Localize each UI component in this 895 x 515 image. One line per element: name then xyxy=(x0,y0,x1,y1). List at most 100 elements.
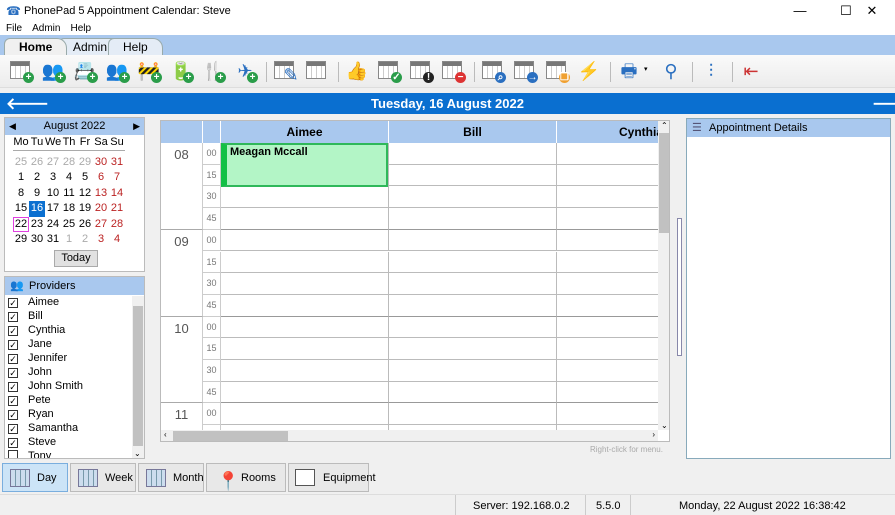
calendar-day[interactable]: 3 xyxy=(45,170,61,186)
close-button[interactable]: ✕ xyxy=(849,0,895,22)
view-equipment-button[interactable]: Equipment xyxy=(288,463,376,492)
calendar-day[interactable]: 10 xyxy=(45,186,61,202)
calendar-day[interactable]: 12 xyxy=(77,186,93,202)
provider-item[interactable]: ✓ Samantha xyxy=(5,421,144,435)
time-slot[interactable] xyxy=(389,316,557,339)
print-dropdown-icon[interactable]: ▾ xyxy=(644,65,648,73)
provider-item[interactable]: ✓ Ryan xyxy=(5,407,144,421)
provider-checkbox[interactable]: ✓ xyxy=(8,354,18,364)
time-slot[interactable] xyxy=(221,316,389,339)
provider-item[interactable]: Tony xyxy=(5,449,144,458)
time-slot[interactable] xyxy=(557,317,669,339)
provider-item[interactable]: ✓ Cynthia xyxy=(5,323,144,337)
time-slot[interactable] xyxy=(389,294,557,317)
lightning-button[interactable]: ⚡ xyxy=(576,59,602,83)
exit-button[interactable]: ⇤ xyxy=(738,59,764,83)
move-appointment-button[interactable]: → xyxy=(512,59,538,83)
provider-checkbox[interactable]: ✓ xyxy=(8,368,18,378)
print-button[interactable]: 🖶 xyxy=(616,59,642,83)
time-slot[interactable] xyxy=(221,251,389,274)
calendar-day[interactable]: 28 xyxy=(61,155,77,171)
provider-checkbox[interactable]: ✓ xyxy=(8,298,18,308)
time-slot[interactable] xyxy=(557,165,669,187)
tab-help[interactable]: Help xyxy=(108,38,163,55)
calendar-day[interactable]: 4 xyxy=(61,170,77,186)
provider-checkbox[interactable]: ✓ xyxy=(8,312,18,322)
settings-sliders-button[interactable]: ⫶ xyxy=(698,59,724,83)
time-slot[interactable] xyxy=(389,273,557,295)
time-slot[interactable] xyxy=(389,143,557,165)
time-slot[interactable] xyxy=(389,164,557,187)
calendar-day[interactable]: 16 xyxy=(29,201,45,217)
calendar-day[interactable]: 3 xyxy=(93,232,109,248)
cancel-appointment-button[interactable]: − xyxy=(440,59,466,83)
provider-checkbox[interactable]: ✓ xyxy=(8,424,18,434)
time-slot[interactable] xyxy=(221,338,389,360)
menu-admin[interactable]: Admin xyxy=(32,23,60,34)
time-slot[interactable] xyxy=(221,186,389,209)
provider-item[interactable]: ✓ Jane xyxy=(5,337,144,351)
provider-item[interactable]: ✓ Bill xyxy=(5,309,144,323)
time-slot[interactable] xyxy=(557,338,669,360)
column-header-cynthia[interactable]: Cynthia xyxy=(557,121,669,143)
appointment-alert-button[interactable]: ! xyxy=(408,59,434,83)
new-appointment-button[interactable]: + xyxy=(8,59,34,83)
provider-checkbox[interactable]: ✓ xyxy=(8,396,18,406)
time-slot[interactable] xyxy=(557,273,669,295)
calendar-day[interactable]: 31 xyxy=(109,155,125,171)
provider-checkbox[interactable]: ✓ xyxy=(8,410,18,420)
edit-appointment-button[interactable]: ✎ xyxy=(272,59,299,85)
provider-checkbox[interactable] xyxy=(8,450,18,458)
view-day-button[interactable]: Day xyxy=(2,463,68,492)
calendar-day[interactable]: 7 xyxy=(109,170,125,186)
menu-help[interactable]: Help xyxy=(70,23,91,34)
add-group-button[interactable]: 👥 + xyxy=(104,59,130,83)
calendar-button[interactable] xyxy=(304,59,330,83)
calendar-day[interactable]: 11 xyxy=(61,186,77,202)
calendar-day[interactable]: 27 xyxy=(93,217,109,233)
column-header-bill[interactable]: Bill xyxy=(389,121,557,143)
time-slot[interactable] xyxy=(221,208,389,230)
calendar-day[interactable]: 6 xyxy=(93,170,109,186)
horizontal-scrollbar[interactable]: ‹ › xyxy=(161,430,658,441)
copy-appointment-button[interactable]: ❐ xyxy=(544,59,570,83)
time-slot[interactable] xyxy=(389,403,557,426)
time-slot[interactable] xyxy=(557,230,669,252)
calendar-day[interactable]: 19 xyxy=(77,201,93,217)
calendar-day[interactable]: 26 xyxy=(77,217,93,233)
view-rooms-button[interactable]: 📍 Rooms xyxy=(206,463,286,492)
calendar-day[interactable]: 1 xyxy=(61,232,77,248)
time-slot[interactable] xyxy=(389,360,557,382)
calendar-day[interactable]: 28 xyxy=(109,217,125,233)
find-appointment-button[interactable]: ⌕ xyxy=(480,59,506,83)
provider-checkbox[interactable]: ✓ xyxy=(8,382,18,392)
provider-checkbox[interactable]: ✓ xyxy=(8,340,18,350)
time-slot[interactable] xyxy=(221,381,389,404)
calendar-day[interactable]: 1 xyxy=(13,170,29,186)
calendar-day[interactable]: 27 xyxy=(45,155,61,171)
provider-item[interactable]: ✓ John xyxy=(5,365,144,379)
time-slot[interactable] xyxy=(557,252,669,274)
calendar-day[interactable]: 13 xyxy=(93,186,109,202)
calendar-day[interactable]: 14 xyxy=(109,186,125,202)
add-roadblock-button[interactable]: 🚧 + xyxy=(136,59,162,83)
today-button[interactable]: Today xyxy=(54,250,98,267)
time-slot[interactable] xyxy=(557,403,669,426)
add-holiday-button[interactable]: ✈ + xyxy=(232,59,258,83)
calendar-day[interactable]: 29 xyxy=(77,155,93,171)
time-slot[interactable] xyxy=(389,229,557,252)
provider-item[interactable]: ✓ Steve xyxy=(5,435,144,449)
thumbs-up-button[interactable]: 👍 xyxy=(344,59,370,83)
panel-splitter[interactable] xyxy=(677,218,682,356)
time-slot[interactable] xyxy=(221,403,389,426)
time-slot[interactable] xyxy=(389,208,557,230)
calendar-day[interactable]: 25 xyxy=(13,155,29,171)
time-slot[interactable] xyxy=(557,186,669,209)
calendar-day[interactable]: 29 xyxy=(13,232,29,248)
provider-checkbox[interactable]: ✓ xyxy=(8,438,18,448)
provider-checkbox[interactable]: ✓ xyxy=(8,326,18,336)
providers-scrollbar[interactable]: ⌄ xyxy=(132,296,144,458)
calendar-day[interactable]: 9 xyxy=(29,186,45,202)
time-slot[interactable] xyxy=(389,381,557,404)
calendar-day[interactable]: 23 xyxy=(29,217,45,233)
